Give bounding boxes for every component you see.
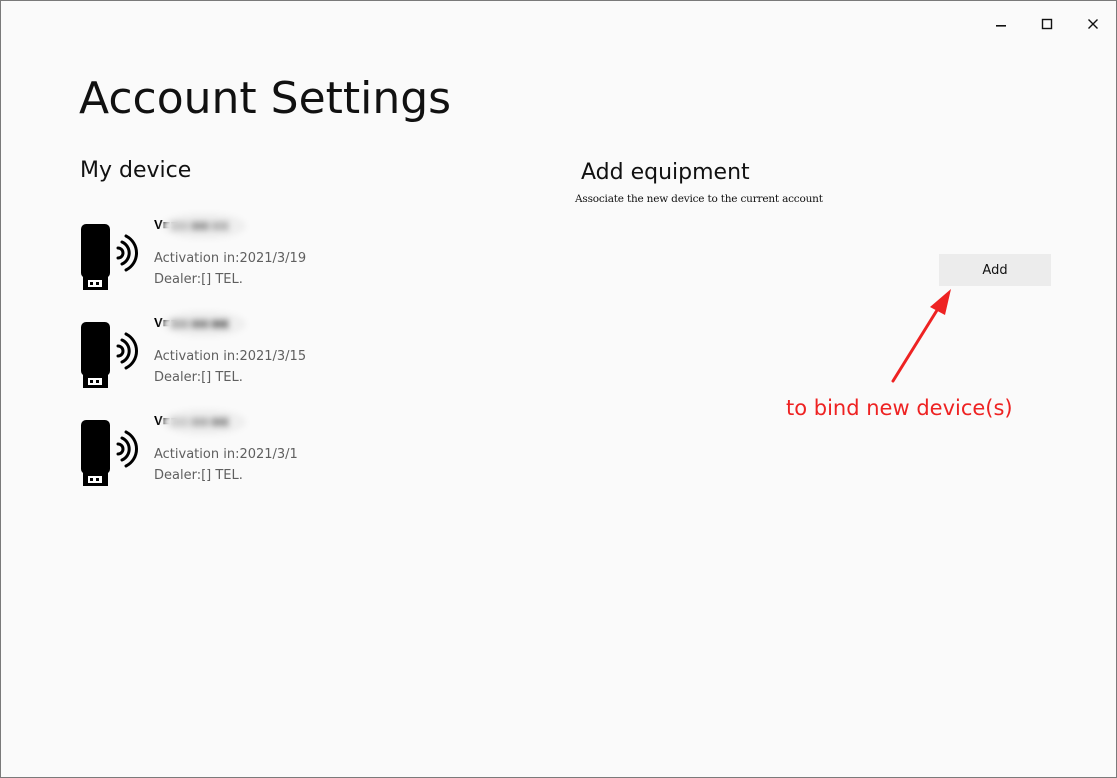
minimize-icon [996, 25, 1006, 27]
app-window: Account Settings My device V■■■■■■00 Act… [0, 0, 1117, 778]
add-equipment-heading: Add equipment [581, 160, 750, 185]
device-name: V■■■■■■00 [154, 217, 225, 232]
activation-date: Activation in:2021/3/15 [154, 349, 307, 364]
add-equipment-description: Associate the new device to the current … [575, 193, 823, 205]
my-device-heading: My device [80, 158, 192, 183]
annotation-arrow-icon [891, 289, 951, 383]
device-name-wrap: V■■■■■■00 [154, 213, 284, 239]
annotation-text: to bind new device(s) [786, 396, 1013, 420]
maximize-button[interactable] [1024, 1, 1070, 47]
device-item[interactable]: V■■■■■■01 Activation in:2021/3/15 Dealer… [79, 311, 399, 411]
device-name-wrap: V■■■■■■00 [154, 409, 284, 435]
device-item[interactable]: V■■■■■■00 Activation in:2021/3/1 Dealer:… [79, 409, 399, 509]
add-device-button[interactable]: Add [939, 254, 1051, 286]
dealer-info: Dealer:[] TEL. [154, 370, 243, 385]
maximize-icon [1041, 18, 1053, 30]
device-item[interactable]: V■■■■■■00 Activation in:2021/3/19 Dealer… [79, 213, 399, 313]
close-button[interactable] [1070, 1, 1116, 47]
dealer-info: Dealer:[] TEL. [154, 468, 243, 483]
page-title: Account Settings [79, 73, 452, 124]
device-list: V■■■■■■00 Activation in:2021/3/19 Dealer… [79, 213, 399, 509]
close-icon [1088, 19, 1098, 29]
device-name: V■■■■■■00 [154, 413, 225, 428]
dealer-info: Dealer:[] TEL. [154, 272, 243, 287]
usb-wireless-dongle-icon [81, 224, 139, 290]
usb-wireless-dongle-icon [81, 420, 139, 486]
window-controls [978, 1, 1116, 47]
usb-wireless-dongle-icon [81, 322, 139, 388]
activation-date: Activation in:2021/3/19 [154, 251, 307, 266]
device-name-wrap: V■■■■■■01 [154, 311, 284, 337]
activation-date: Activation in:2021/3/1 [154, 447, 298, 462]
minimize-button[interactable] [978, 1, 1024, 47]
device-name: V■■■■■■01 [154, 315, 225, 330]
